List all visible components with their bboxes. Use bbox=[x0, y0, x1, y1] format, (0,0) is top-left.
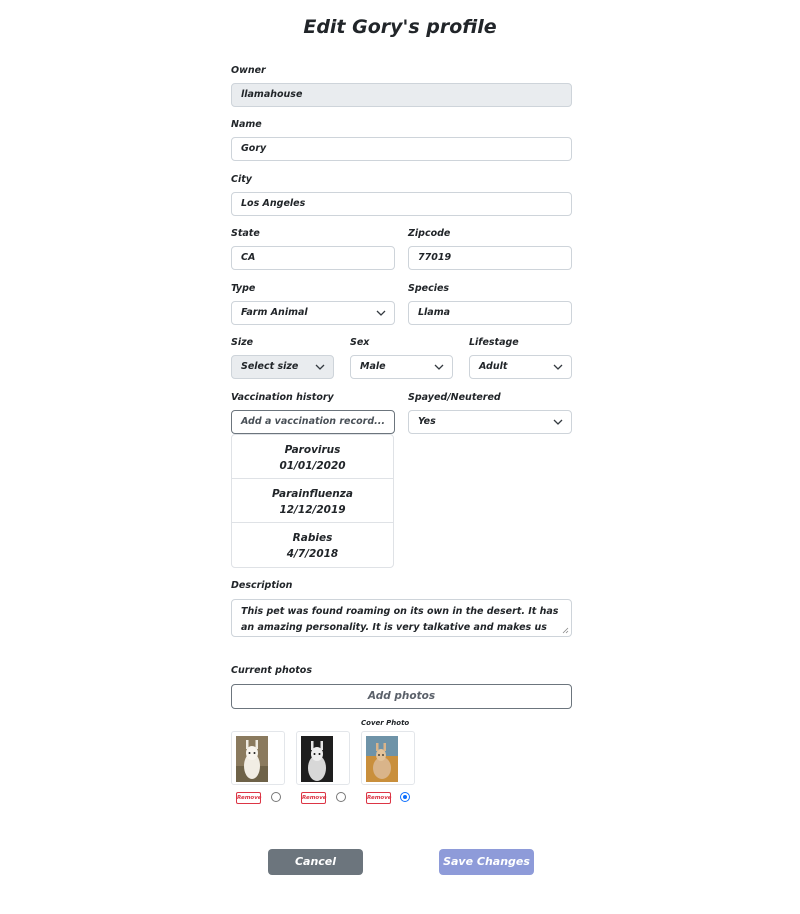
chevron-down-icon bbox=[315, 364, 325, 370]
lifestage-value: Adult bbox=[479, 361, 508, 372]
add-photos-button[interactable]: Add photos bbox=[231, 684, 572, 709]
description-label: Description bbox=[231, 580, 293, 591]
vaccination-record[interactable]: Parovirus 01/01/2020 bbox=[232, 435, 393, 479]
cover-photo-label: Cover Photo bbox=[361, 719, 410, 727]
chevron-down-icon bbox=[376, 310, 386, 316]
vaccination-input[interactable]: Add a vaccination record... bbox=[231, 410, 395, 434]
zipcode-input[interactable]: 77019 bbox=[408, 246, 572, 270]
cover-photo-radio[interactable] bbox=[271, 792, 281, 802]
spayed-value: Yes bbox=[418, 416, 436, 427]
cover-photo-radio[interactable] bbox=[400, 792, 410, 802]
species-input[interactable]: Llama bbox=[408, 301, 572, 325]
remove-photo-button[interactable]: Remove bbox=[301, 792, 327, 804]
vaccination-list: Parovirus 01/01/2020 Parainfluenza 12/12… bbox=[231, 434, 394, 568]
cover-photo-radio[interactable] bbox=[336, 792, 346, 802]
page-title: Edit Gory's profile bbox=[303, 16, 497, 38]
type-value: Farm Animal bbox=[241, 307, 308, 318]
city-input[interactable]: Los Angeles bbox=[231, 192, 572, 216]
llama-photo-image bbox=[301, 736, 333, 782]
owner-label: Owner bbox=[231, 65, 266, 76]
vaccination-name: Rabies bbox=[292, 532, 333, 544]
photo-thumbnail[interactable] bbox=[361, 731, 415, 785]
lifestage-select[interactable]: Adult bbox=[469, 355, 572, 379]
chevron-down-icon bbox=[553, 419, 563, 425]
zipcode-label: Zipcode bbox=[408, 228, 451, 239]
lifestage-label: Lifestage bbox=[469, 337, 519, 348]
description-text: This pet was found roaming on its own in… bbox=[241, 606, 559, 633]
remove-photo-button[interactable]: Remove bbox=[366, 792, 392, 804]
type-select[interactable]: Farm Animal bbox=[231, 301, 395, 325]
vaccination-date: 12/12/2019 bbox=[279, 504, 346, 516]
sex-label: Sex bbox=[350, 337, 370, 348]
save-changes-button[interactable]: Save Changes bbox=[439, 849, 534, 875]
state-input[interactable]: CA bbox=[231, 246, 395, 270]
resize-grip-icon[interactable] bbox=[562, 627, 569, 634]
size-value: Select size bbox=[241, 361, 299, 372]
llama-photo-image bbox=[236, 736, 268, 782]
sex-value: Male bbox=[360, 361, 386, 372]
spayed-select[interactable]: Yes bbox=[408, 410, 572, 434]
type-label: Type bbox=[231, 283, 256, 294]
vaccination-date: 4/7/2018 bbox=[286, 548, 339, 560]
species-label: Species bbox=[408, 283, 450, 294]
spayed-label: Spayed/Neutered bbox=[408, 392, 501, 403]
vaccination-date: 01/01/2020 bbox=[279, 460, 346, 472]
photos-label: Current photos bbox=[231, 665, 312, 676]
sex-select[interactable]: Male bbox=[350, 355, 453, 379]
size-select[interactable]: Select size bbox=[231, 355, 334, 379]
vaccination-name: Parainfluenza bbox=[272, 488, 353, 500]
size-label: Size bbox=[231, 337, 254, 348]
city-label: City bbox=[231, 174, 252, 185]
vaccination-record[interactable]: Parainfluenza 12/12/2019 bbox=[232, 479, 393, 523]
vaccination-record[interactable]: Rabies 4/7/2018 bbox=[232, 523, 393, 567]
vaccination-name: Parovirus bbox=[284, 444, 341, 456]
chevron-down-icon bbox=[434, 364, 444, 370]
llama-photo-image bbox=[366, 736, 398, 782]
name-label: Name bbox=[231, 119, 262, 130]
name-input[interactable]: Gory bbox=[231, 137, 572, 161]
photo-thumbnail[interactable] bbox=[231, 731, 285, 785]
cancel-button[interactable]: Cancel bbox=[268, 849, 363, 875]
photo-thumbnail[interactable] bbox=[296, 731, 350, 785]
description-textarea[interactable]: This pet was found roaming on its own in… bbox=[231, 599, 572, 637]
vaccination-label: Vaccination history bbox=[231, 392, 334, 403]
chevron-down-icon bbox=[553, 364, 563, 370]
state-label: State bbox=[231, 228, 260, 239]
remove-photo-button[interactable]: Remove bbox=[236, 792, 262, 804]
owner-field: llamahouse bbox=[231, 83, 572, 107]
